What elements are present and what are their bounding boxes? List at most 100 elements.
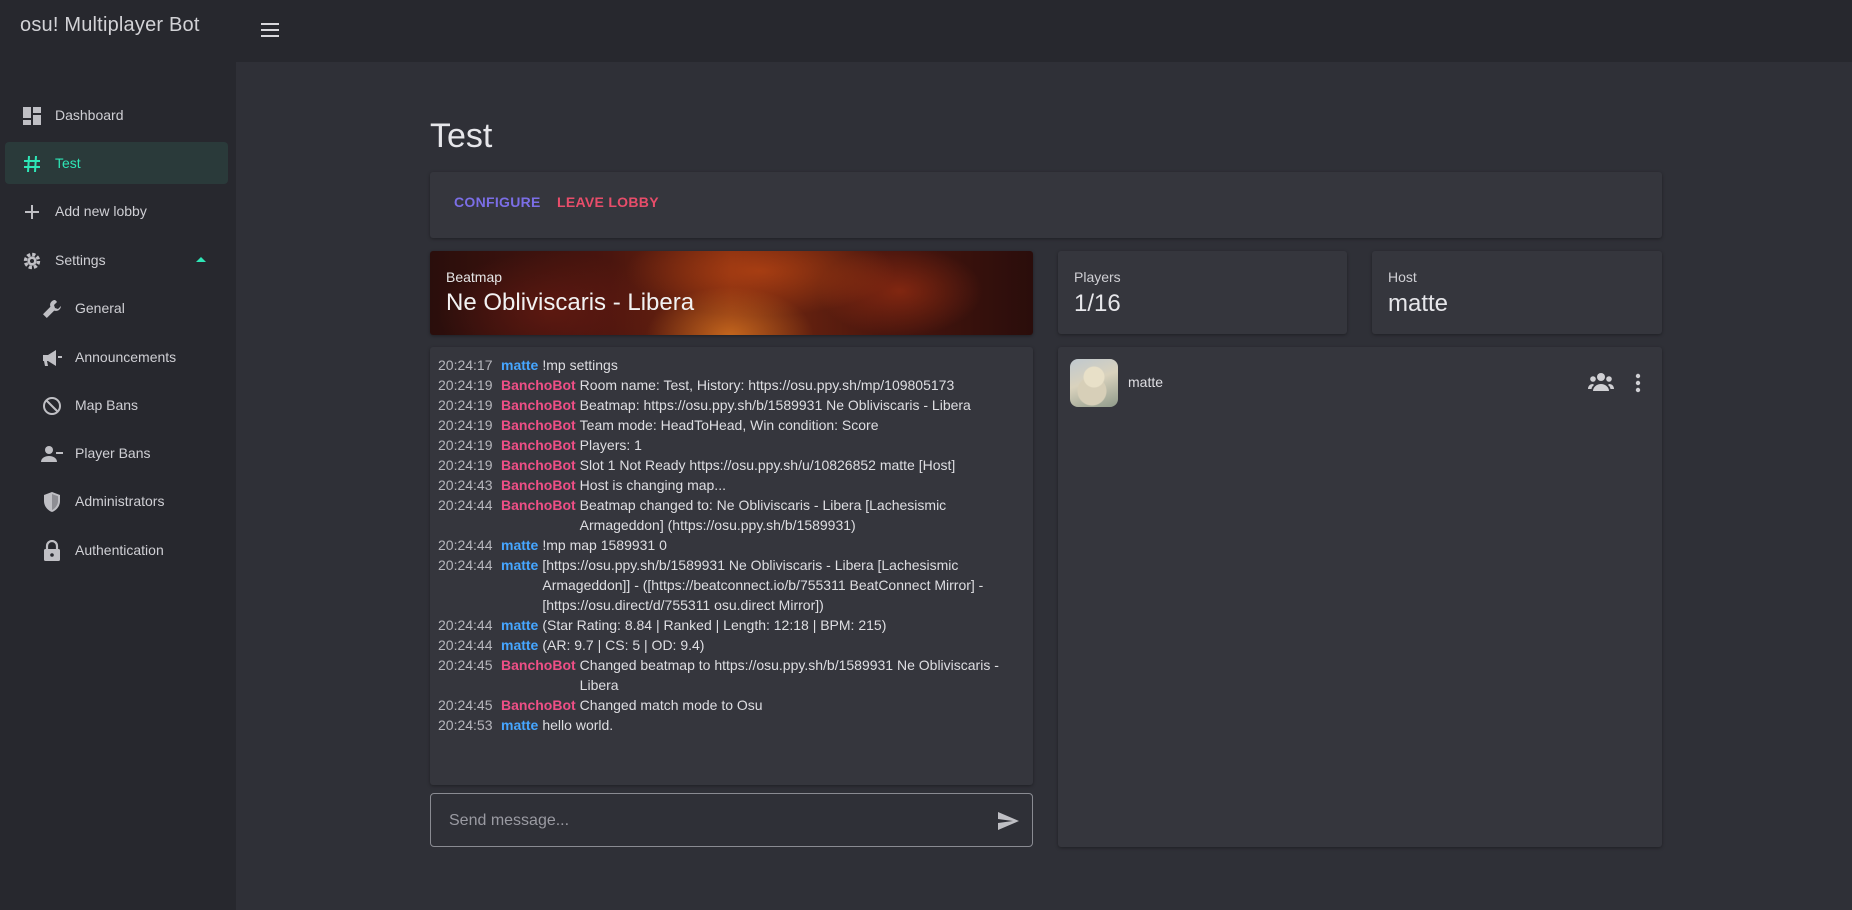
sidebar-item-dashboard[interactable]: Dashboard <box>5 94 228 136</box>
sidebar-item-test[interactable]: Test <box>5 142 228 184</box>
chat-message: 20:24:19 BanchoBot Players: 1 <box>438 435 1025 455</box>
message-time: 20:24:44 <box>438 497 493 513</box>
hash-icon <box>21 153 43 175</box>
sidebar-item-map-bans[interactable]: Map Bans <box>5 384 228 426</box>
sidebar-item-label: Dashboard <box>55 107 124 123</box>
message-text: hello world. <box>542 717 614 733</box>
message-time: 20:24:19 <box>438 437 493 453</box>
host-caption: Host <box>1388 269 1417 285</box>
message-text: Changed match mode to Osu <box>579 697 763 713</box>
sidebar-item-general[interactable]: General <box>5 287 228 329</box>
message-input[interactable] <box>449 810 969 832</box>
message-text: !mp map 1589931 0 <box>542 537 667 553</box>
chat-message: 20:24:19 BanchoBot Slot 1 Not Ready https:… <box>438 455 1025 475</box>
sidebar-item-label: Add new lobby <box>55 203 147 219</box>
menu-icon[interactable] <box>258 18 284 42</box>
avatar <box>1070 359 1118 407</box>
chat-message: 20:24:44 matte [https://osu.ppy.sh/b/15899… <box>438 555 1025 615</box>
lobby-actions: CONFIGURE LEAVE LOBBY <box>430 172 1662 238</box>
chat-message: 20:24:19 BanchoBot Beatmap: https://osu.pp… <box>438 395 1025 415</box>
message-user: matte <box>501 637 539 653</box>
player-list: matte <box>1058 347 1662 847</box>
players-card: Players 1/16 <box>1058 251 1347 334</box>
block-icon <box>41 395 63 417</box>
host-card: Host matte <box>1372 251 1662 334</box>
message-text: Room name: Test, History: https://osu.pp… <box>579 377 955 393</box>
message-user: matte <box>501 357 539 373</box>
player-name: matte <box>1128 374 1164 390</box>
sidebar-item-label: Administrators <box>75 493 165 509</box>
sidebar: Dashboard Test Add new lobby Settings Ge… <box>0 62 236 910</box>
message-text: (AR: 9.7 | CS: 5 | OD: 9.4) <box>542 637 705 653</box>
message-time: 20:24:19 <box>438 417 493 433</box>
leave-lobby-button[interactable]: LEAVE LOBBY <box>557 194 659 210</box>
message-user: matte <box>501 717 539 733</box>
more-vert-icon[interactable] <box>1626 371 1650 395</box>
message-text: Team mode: HeadToHead, Win condition: Sc… <box>579 417 879 433</box>
message-text: [https://osu.ppy.sh/b/1589931 Ne Oblivis… <box>542 557 984 613</box>
sidebar-item-add-new-lobby[interactable]: Add new lobby <box>5 190 228 232</box>
sidebar-item-administrators[interactable]: Administrators <box>5 480 228 522</box>
chat-message: 20:24:44 matte (Star Rating: 8.84 | Ranked… <box>438 615 1025 635</box>
message-time: 20:24:19 <box>438 397 493 413</box>
message-text: Changed beatmap to https://osu.ppy.sh/b/… <box>579 657 999 693</box>
message-text: Players: 1 <box>579 437 642 453</box>
message-text: Beatmap: https://osu.ppy.sh/b/1589931 Ne… <box>579 397 971 413</box>
send-message-field <box>430 793 1033 847</box>
message-time: 20:24:44 <box>438 637 493 653</box>
message-user: matte <box>501 537 539 553</box>
message-user: matte <box>501 557 539 573</box>
sidebar-item-player-bans[interactable]: Player Bans <box>5 432 228 474</box>
send-icon[interactable] <box>996 809 1020 833</box>
message-time: 20:24:53 <box>438 717 493 733</box>
chat-message: 20:24:45 BanchoBot Changed beatmap to http… <box>438 655 1025 695</box>
players-count: 1/16 <box>1074 290 1121 317</box>
players-caption: Players <box>1074 269 1121 285</box>
chat-message: 20:24:19 BanchoBot Team mode: HeadToHead, … <box>438 415 1025 435</box>
message-user: BanchoBot <box>501 397 576 413</box>
shield-icon <box>41 491 63 513</box>
wrench-icon <box>41 298 63 320</box>
sidebar-item-authentication[interactable]: Authentication <box>5 529 228 571</box>
message-time: 20:24:44 <box>438 557 493 573</box>
team-icon[interactable] <box>1588 371 1614 395</box>
chat-message: 20:24:53 matte hello world. <box>438 715 1025 735</box>
sidebar-item-label: Map Bans <box>75 397 139 413</box>
megaphone-icon <box>41 347 63 369</box>
message-time: 20:24:45 <box>438 657 493 673</box>
top-app-bar: osu! Multiplayer Bot <box>0 0 1852 62</box>
chat-message: 20:24:44 BanchoBot Beatmap changed to: Ne … <box>438 495 1025 535</box>
message-text: Slot 1 Not Ready https://osu.ppy.sh/u/10… <box>579 457 956 473</box>
page-title: Test <box>430 117 493 155</box>
sidebar-item-settings[interactable]: Settings <box>5 239 228 281</box>
chat-message: 20:24:17 matte !mp settings <box>438 355 1025 375</box>
beatmap-caption: Beatmap <box>446 269 503 285</box>
app-title: osu! Multiplayer Bot <box>20 14 200 36</box>
message-user: BanchoBot <box>501 417 576 433</box>
message-user: BanchoBot <box>501 457 576 473</box>
message-text: !mp settings <box>542 357 618 373</box>
message-user: matte <box>501 617 539 633</box>
sidebar-item-label: General <box>75 300 125 316</box>
sidebar-item-label: Player Bans <box>75 445 151 461</box>
player-list-item[interactable]: matte <box>1070 359 1650 407</box>
configure-button[interactable]: CONFIGURE <box>454 194 541 210</box>
chat-log[interactable]: 20:24:17 matte !mp settings 20:24:19 BanchoB… <box>430 347 1033 785</box>
chat-message: 20:24:44 matte (AR: 9.7 | CS: 5 | OD: 9.4) <box>438 635 1025 655</box>
message-time: 20:24:17 <box>438 357 493 373</box>
message-time: 20:24:44 <box>438 537 493 553</box>
beatmap-card: Beatmap Ne Obliviscaris - Libera <box>430 251 1033 335</box>
message-time: 20:24:45 <box>438 697 493 713</box>
beatmap-title: Ne Obliviscaris - Libera <box>446 289 695 316</box>
message-text: Host is changing map... <box>579 477 726 493</box>
message-time: 20:24:19 <box>438 377 493 393</box>
message-time: 20:24:44 <box>438 617 493 633</box>
chat-message: 20:24:45 BanchoBot Changed match mode to O… <box>438 695 1025 715</box>
plus-icon <box>21 201 43 223</box>
message-time: 20:24:19 <box>438 457 493 473</box>
sidebar-item-label: Announcements <box>75 349 177 365</box>
sidebar-item-label: Settings <box>55 252 106 268</box>
sidebar-item-label: Authentication <box>75 542 164 558</box>
sidebar-item-label: Test <box>55 155 81 171</box>
sidebar-item-announcements[interactable]: Announcements <box>5 336 228 378</box>
